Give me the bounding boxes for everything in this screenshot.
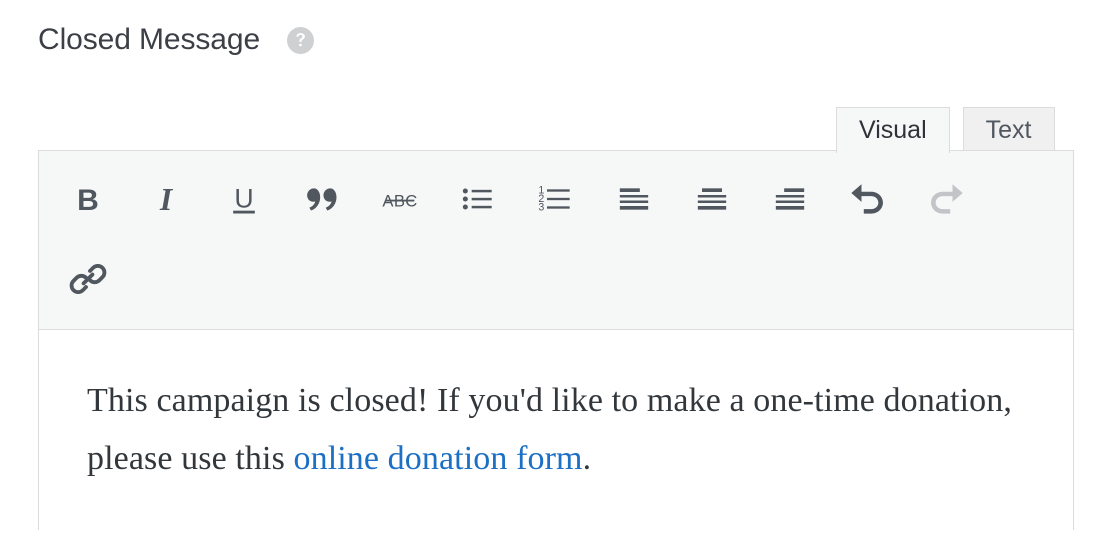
numbered-list-icon: 1 2 3	[538, 184, 570, 213]
online-donation-form-link[interactable]: online donation form	[294, 440, 583, 477]
help-circle-icon[interactable]	[287, 26, 315, 54]
editor-content-area[interactable]: This campaign is closed! If you'd like t…	[39, 330, 1073, 538]
align-center-button[interactable]	[681, 168, 743, 230]
italic-button[interactable]: I	[135, 168, 197, 230]
page-title: Closed Message	[38, 23, 261, 56]
field-header: Closed Message	[38, 18, 315, 62]
undo-icon	[851, 184, 883, 214]
tab-visual[interactable]: Visual	[836, 107, 950, 153]
tab-text[interactable]: Text	[962, 107, 1055, 153]
bulleted-list-button[interactable]	[447, 168, 509, 230]
tab-visual-label: Visual	[859, 116, 927, 144]
editor-toolbar: B I U ABC 1 2 3	[39, 151, 1073, 330]
align-right-icon	[775, 188, 805, 210]
numbered-list-button[interactable]: 1 2 3	[525, 168, 587, 230]
underline-icon: U	[233, 183, 255, 214]
redo-button[interactable]	[915, 168, 977, 230]
editor-paragraph: This campaign is closed! If you'd like t…	[87, 372, 1025, 489]
italic-icon: I	[159, 182, 174, 217]
svg-text:B: B	[77, 184, 99, 217]
redo-icon	[931, 184, 963, 214]
editor-text-after-link: .	[582, 440, 592, 478]
align-left-button[interactable]	[603, 168, 665, 230]
insert-link-button[interactable]	[57, 248, 119, 310]
bold-icon: B	[77, 184, 99, 217]
align-right-button[interactable]	[759, 168, 821, 230]
rich-text-editor: B I U ABC 1 2 3 This campaign is closed!…	[38, 150, 1074, 538]
undo-button[interactable]	[837, 168, 899, 230]
align-left-icon	[619, 188, 649, 210]
link-icon	[69, 264, 107, 294]
svg-text:3: 3	[538, 201, 544, 213]
strikethrough-icon: ABC	[382, 192, 417, 211]
blockquote-button[interactable]	[291, 168, 353, 230]
strikethrough-button[interactable]: ABC	[369, 168, 431, 230]
svg-text:U: U	[234, 183, 253, 213]
align-center-icon	[697, 188, 727, 210]
svg-text:I: I	[159, 182, 174, 217]
bulleted-list-icon	[462, 188, 492, 210]
toolbar-row-1: B I U ABC 1 2 3	[57, 159, 1055, 239]
underline-button[interactable]: U	[213, 168, 275, 230]
blockquote-icon	[307, 188, 337, 211]
tab-text-label: Text	[985, 116, 1032, 144]
closed-message-field: Closed Message Visual Text B I U ABC 1 2…	[0, 0, 1110, 538]
bold-button[interactable]: B	[57, 168, 119, 230]
editor-mode-tabs: Visual Text	[836, 107, 1055, 153]
toolbar-row-2	[57, 239, 1055, 319]
